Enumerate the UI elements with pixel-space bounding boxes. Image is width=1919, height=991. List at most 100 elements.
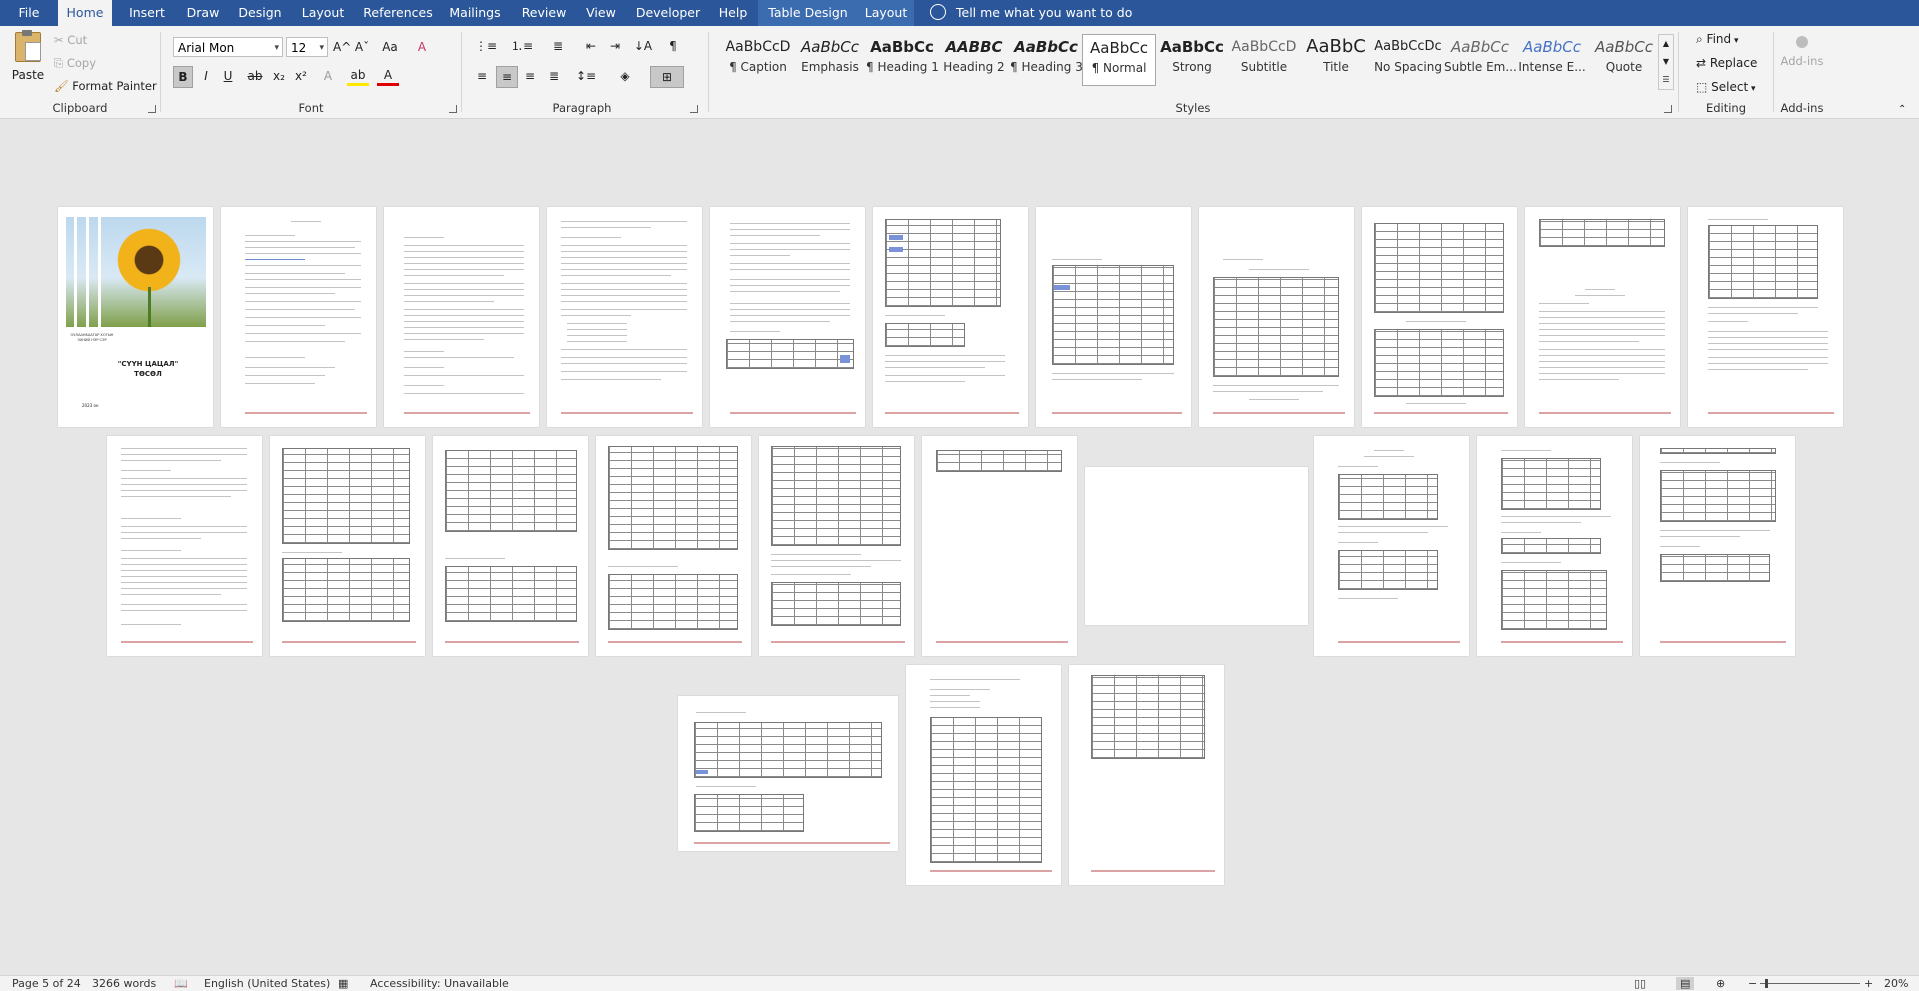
table[interactable] [282,448,410,544]
font-name-combo[interactable]: Arial Mon ▾ [173,37,283,57]
table[interactable] [1091,675,1205,759]
tab-insert[interactable]: Insert [122,0,172,26]
style-caption[interactable]: AaBbCcD ¶ Caption [722,34,794,84]
style-no-spacing[interactable]: AaBbCcDc No Spacing [1372,34,1444,84]
table[interactable] [885,219,1001,307]
paste-button[interactable]: Paste [10,30,46,88]
font-size-combo[interactable]: 12 ▾ [286,37,328,57]
table[interactable] [1338,474,1438,520]
table[interactable] [694,794,804,832]
table[interactable] [608,574,738,630]
line-spacing-icon[interactable]: ↕≡ [572,66,600,86]
tab-table-layout[interactable]: Layout [860,0,912,26]
tab-draw[interactable]: Draw [180,0,226,26]
table[interactable] [885,323,965,347]
grow-font-button[interactable]: A^ [333,37,351,57]
page-17[interactable] [922,436,1077,656]
increase-indent-icon[interactable]: ⇥ [604,36,626,56]
table[interactable] [1539,219,1665,247]
tab-table-design[interactable]: Table Design [764,0,852,26]
document-area[interactable]: ОУЛААНБААТАР ХОТЫН ЭХНИЙ НЭР СЭР "СҮҮН ЦА… [0,119,1919,975]
page-2[interactable] [221,207,376,427]
zoom-level[interactable]: 20% [1884,977,1908,990]
style-heading-3[interactable]: AaBbCc ¶ Heading 3 [1010,34,1082,84]
subscript-button[interactable]: x₂ [269,66,289,86]
zoom-in-icon[interactable]: + [1864,977,1873,990]
table[interactable] [1660,470,1776,522]
table[interactable] [1213,277,1339,377]
page-4[interactable] [547,207,702,427]
table[interactable] [1660,554,1770,582]
style-emphasis[interactable]: AaBbCc Emphasis [794,34,866,84]
language-indicator[interactable]: English (United States) [204,977,330,990]
table[interactable] [1501,458,1601,510]
tab-layout[interactable]: Layout [296,0,350,26]
zoom-out-icon[interactable]: − [1748,977,1757,990]
multilevel-list-icon[interactable]: ≣ [544,36,572,56]
styles-launcher-icon[interactable] [1664,105,1672,113]
page-23[interactable] [906,665,1061,885]
style-quote[interactable]: AaBbCc Quote [1588,34,1660,84]
table[interactable] [608,446,738,550]
tell-me-search[interactable]: Tell me what you want to do [930,0,1132,26]
style-intense-emphasis[interactable]: AaBbCc Intense E... [1516,34,1588,84]
table[interactable] [694,722,882,778]
page-19[interactable] [1314,436,1469,656]
styles-gallery-scroll[interactable]: ▲ ▼ ☰ [1658,34,1674,90]
style-subtle-emphasis[interactable]: AaBbCc Subtle Em... [1444,34,1516,84]
style-subtitle[interactable]: AaBbCcD Subtitle [1228,34,1300,84]
page-21[interactable] [1640,436,1795,656]
zoom-slider-thumb[interactable] [1765,979,1768,988]
borders-icon[interactable]: ⊞ [650,66,684,88]
web-layout-icon[interactable]: ⊕ [1716,977,1725,990]
table[interactable] [1501,570,1607,630]
tab-view[interactable]: View [580,0,622,26]
table[interactable] [445,450,577,532]
table[interactable] [1660,448,1776,454]
italic-button[interactable]: I [197,66,215,86]
page-6[interactable] [873,207,1028,427]
highlight-color-button[interactable]: ab [347,66,369,86]
table[interactable] [1501,538,1601,554]
page-24[interactable] [1069,665,1224,885]
page-8[interactable] [1199,207,1354,427]
style-heading-1[interactable]: AaBbCc ¶ Heading 1 [866,34,938,84]
sort-icon[interactable]: ↓A [632,36,654,56]
table[interactable] [1338,550,1438,590]
show-formatting-icon[interactable]: ¶ [662,36,684,56]
table[interactable] [1374,223,1504,313]
find-button[interactable]: ⌕ Find ▾ [1696,32,1739,47]
page-22-landscape[interactable] [678,696,898,851]
zoom-slider[interactable] [1760,983,1860,984]
underline-button[interactable]: U [219,66,237,86]
change-case-button[interactable]: Aa [375,37,405,57]
word-count[interactable]: 3266 words [92,977,156,990]
align-left-icon[interactable]: ≡ [472,66,492,86]
select-button[interactable]: ⬚ Select ▾ [1696,80,1756,94]
page-10[interactable] [1525,207,1680,427]
page-20[interactable] [1477,436,1632,656]
clear-formatting-button[interactable]: A [411,37,433,57]
copy-button[interactable]: ⎘ Copy [54,56,96,71]
table[interactable] [1052,265,1174,365]
tab-design[interactable]: Design [234,0,286,26]
page-15[interactable] [596,436,751,656]
page-18-landscape[interactable] [1085,467,1308,625]
text-effects-button[interactable]: A [317,66,339,86]
tab-file[interactable]: File [0,0,58,26]
collapse-ribbon-icon[interactable]: ⌃ [1898,104,1906,115]
tab-references[interactable]: References [360,0,436,26]
page-12[interactable] [107,436,262,656]
page-cover[interactable]: ОУЛААНБААТАР ХОТЫН ЭХНИЙ НЭР СЭР "СҮҮН ЦА… [58,207,213,427]
page-9[interactable] [1362,207,1517,427]
decrease-indent-icon[interactable]: ⇤ [580,36,602,56]
table[interactable] [1374,329,1504,397]
shading-icon[interactable]: ◈ [610,66,640,86]
accessibility-status[interactable]: Accessibility: Unavailable [370,977,509,990]
tab-home[interactable]: Home [58,0,112,26]
font-launcher-icon[interactable] [449,105,457,113]
page-14[interactable] [433,436,588,656]
table[interactable] [1708,225,1818,299]
page-16[interactable] [759,436,914,656]
addins-button[interactable]: Add-ins [1780,36,1824,68]
